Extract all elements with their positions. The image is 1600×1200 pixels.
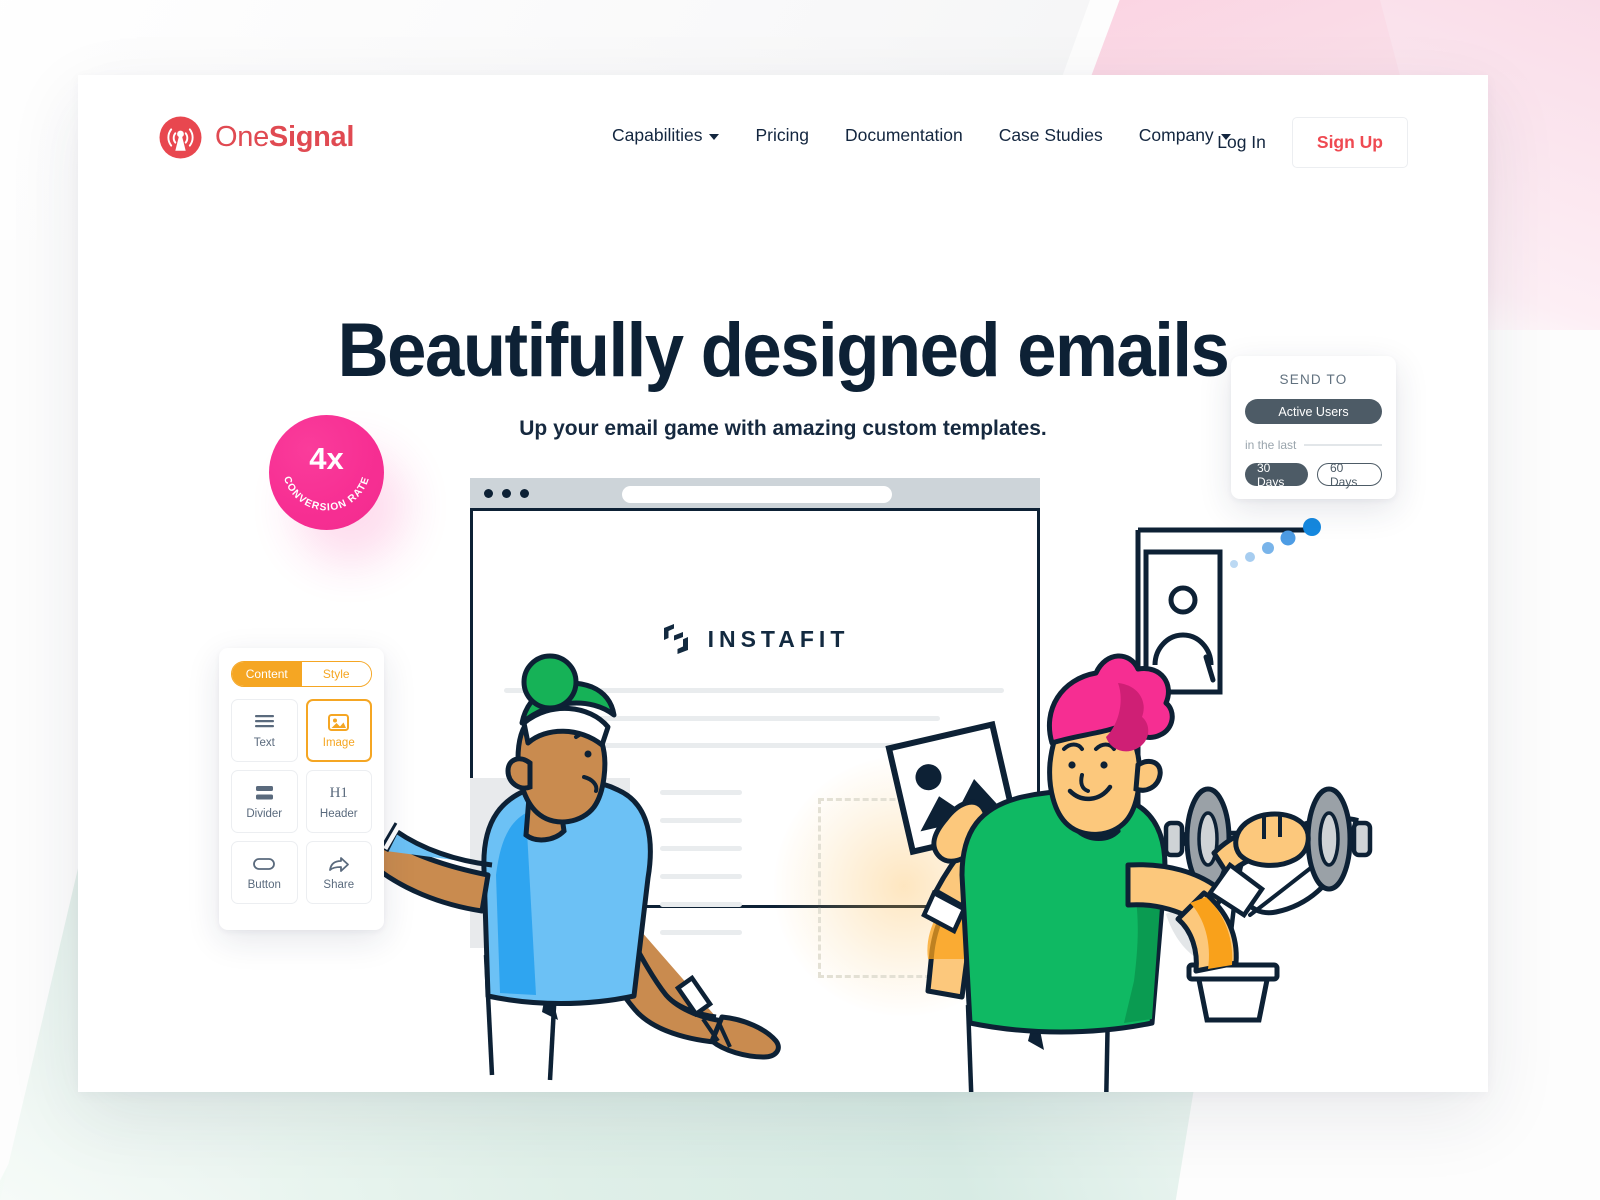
divider-line (1304, 444, 1382, 446)
send-to-panel: SEND TO Active Users in the last 30 Days… (1231, 356, 1396, 499)
range-pills: 30 Days 60 Days (1245, 461, 1382, 489)
block-tile-label: Share (323, 879, 355, 891)
block-tile-share[interactable]: Share (305, 841, 372, 904)
email-editor-panel: Content Style Text Image Divider H1 Head… (219, 648, 384, 930)
page-card: OneSignal Capabilities Pricing Documenta… (78, 75, 1488, 1092)
range-pill-60-days[interactable]: 60 Days (1317, 461, 1382, 489)
editor-block-grid: Text Image Divider H1 Header Button Shar… (231, 699, 372, 904)
range-pill-30-days[interactable]: 30 Days (1245, 461, 1308, 489)
image-icon (328, 712, 350, 732)
block-tile-label: Button (247, 879, 281, 891)
h1-icon: H1 (329, 784, 348, 801)
trail-dot (1262, 542, 1274, 554)
tab-content[interactable]: Content (232, 662, 302, 686)
trail-dot (1230, 560, 1238, 568)
divider-icon (255, 783, 274, 803)
block-tile-header[interactable]: H1 Header (305, 770, 372, 833)
block-tile-image[interactable]: Image (305, 699, 372, 762)
block-tile-label: Header (319, 808, 358, 820)
illustration-person-left (367, 653, 781, 1081)
share-arrow-icon (328, 854, 349, 874)
trail-dot (1245, 552, 1255, 562)
tab-style[interactable]: Style (301, 662, 371, 686)
trail-dot (1303, 518, 1321, 536)
audience-pill[interactable]: Active Users (1245, 399, 1382, 424)
block-tile-button[interactable]: Button (231, 841, 298, 904)
send-to-title: SEND TO (1279, 372, 1348, 387)
block-tile-label: Image (322, 737, 355, 749)
in-the-last-row: in the last (1245, 438, 1382, 452)
button-pill-icon (253, 854, 276, 874)
block-tile-divider[interactable]: Divider (231, 770, 298, 833)
hero-illustration (367, 518, 1373, 1092)
editor-tabs: Content Style (231, 661, 372, 687)
trail-dot (1280, 530, 1296, 546)
block-tile-label: Text (253, 737, 275, 749)
block-tile-text[interactable]: Text (231, 699, 298, 762)
page-root: OneSignal Capabilities Pricing Documenta… (0, 0, 1600, 1200)
text-lines-icon (254, 712, 274, 732)
in-the-last-label: in the last (1245, 438, 1297, 452)
block-tile-label: Divider (246, 808, 283, 820)
